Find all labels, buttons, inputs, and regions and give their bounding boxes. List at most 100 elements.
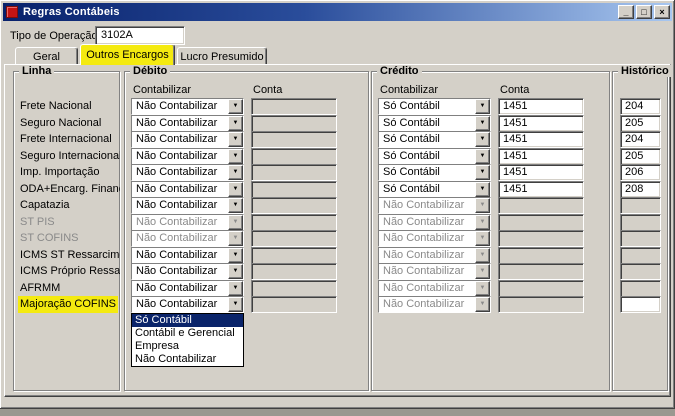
credito-contabilizar-select-value: Não Contabilizar [379,215,475,230]
dropdown-arrow-icon[interactable]: ▼ [228,149,243,164]
credito-contabilizar-select: Não Contabilizar ▼ [378,296,491,313]
column-header-contabilizar: Contabilizar [133,84,192,96]
dropdown-option[interactable]: Empresa [132,340,243,353]
dropdown-arrow-icon[interactable]: ▼ [475,99,490,114]
debito-conta-input [251,296,337,313]
dropdown-arrow-icon: ▼ [475,281,490,296]
historico-input[interactable]: 205 [620,148,661,165]
debito-contabilizar-select[interactable]: Não Contabilizar ▼ [131,164,244,181]
historico-input[interactable]: 205 [620,115,661,132]
credito-contabilizar-select: Não Contabilizar ▼ [378,197,491,214]
dropdown-arrow-icon[interactable]: ▼ [228,182,243,197]
debito-contabilizar-select-value: Não Contabilizar [132,116,228,131]
credito-conta-input [498,296,584,313]
debito-contabilizar-select[interactable]: Não Contabilizar ▼ [131,98,244,115]
tab-outros-encargos[interactable]: Outros Encargos [80,44,175,65]
tab-geral[interactable]: Geral [15,47,78,65]
debito-contabilizar-select[interactable]: Não Contabilizar ▼ [131,263,244,280]
row-label: Imp. Importação [20,166,100,178]
dropdown-arrow-icon[interactable]: ▼ [228,116,243,131]
credito-contabilizar-select[interactable]: Só Contábil ▼ [378,164,491,181]
dropdown-arrow-icon[interactable]: ▼ [228,264,243,279]
dropdown-arrow-icon[interactable]: ▼ [475,116,490,131]
credito-contabilizar-select-value: Só Contábil [379,99,475,114]
credito-contabilizar-select[interactable]: Só Contábil ▼ [378,181,491,198]
column-header-conta: Conta [500,84,530,96]
debito-contabilizar-select[interactable]: Não Contabilizar ▼ [131,296,244,313]
minimize-button[interactable]: _ [618,5,634,19]
group-linha-legend: Linha [19,65,55,77]
maximize-button[interactable]: □ [636,5,652,19]
credito-conta-input[interactable]: 1451 [498,164,584,181]
credito-conta-input [498,263,584,280]
dropdown-arrow-icon[interactable]: ▼ [475,149,490,164]
historico-input[interactable]: 206 [620,164,661,181]
debito-conta-input [251,280,337,297]
debito-contabilizar-select[interactable]: Não Contabilizar ▼ [131,148,244,165]
credito-conta-input[interactable]: 1451 [498,131,584,148]
credito-contabilizar-select[interactable]: Só Contábil ▼ [378,98,491,115]
historico-input[interactable]: 208 [620,181,661,198]
group-linha: Linha Frete Nacional Seguro Nacional Frete… [13,65,120,391]
debito-contabilizar-select[interactable]: Não Contabilizar ▼ [131,181,244,198]
debito-conta-input [251,214,337,231]
dropdown-arrow-icon[interactable]: ▼ [228,281,243,296]
dropdown-arrow-icon: ▼ [475,248,490,263]
credito-contabilizar-select-value: Só Contábil [379,149,475,164]
debito-conta-input [251,148,337,165]
debito-contabilizar-select[interactable]: Não Contabilizar ▼ [131,280,244,297]
dropdown-arrow-icon[interactable]: ▼ [475,165,490,180]
credito-contabilizar-select[interactable]: Só Contábil ▼ [378,148,491,165]
historico-input [620,230,661,247]
credito-contabilizar-select: Não Contabilizar ▼ [378,263,491,280]
debito-contabilizar-select[interactable]: Não Contabilizar ▼ [131,197,244,214]
historico-input[interactable]: 204 [620,131,661,148]
credito-contabilizar-select: Não Contabilizar ▼ [378,247,491,264]
historico-input[interactable] [620,296,661,313]
credito-contabilizar-select-value: Não Contabilizar [379,297,475,312]
dropdown-option[interactable]: Contábil e Gerencial [132,327,243,340]
group-historico: Histórico 204 205 204 205 206 208 [612,65,672,391]
debito-contabilizar-select[interactable]: Não Contabilizar ▼ [131,131,244,148]
credito-conta-input[interactable]: 1451 [498,148,584,165]
credito-contabilizar-select[interactable]: Só Contábil ▼ [378,115,491,132]
credito-conta-input[interactable]: 1451 [498,181,584,198]
tab-lucro-presumido[interactable]: Lucro Presumido [177,47,267,65]
credito-contabilizar-select-value: Não Contabilizar [379,248,475,263]
historico-input [620,214,661,231]
credito-conta-input [498,214,584,231]
credito-conta-input[interactable]: 1451 [498,98,584,115]
window-title: Regras Contábeis [23,6,120,18]
credito-conta-input[interactable]: 1451 [498,115,584,132]
dropdown-arrow-icon[interactable]: ▼ [475,132,490,147]
dropdown-option[interactable]: Não Contabilizar [132,353,243,366]
credito-conta-input [498,280,584,297]
tipo-operacao-input[interactable]: 3102A [95,26,185,45]
dropdown-option[interactable]: Só Contábil [132,314,243,327]
dropdown-arrow-icon[interactable]: ▼ [228,297,243,312]
credito-contabilizar-select-value: Não Contabilizar [379,198,475,213]
debito-contabilizar-select[interactable]: Não Contabilizar ▼ [131,115,244,132]
group-historico-legend: Histórico [618,65,672,77]
tipo-operacao-value: 3102A [101,29,133,41]
credito-contabilizar-select: Não Contabilizar ▼ [378,280,491,297]
dropdown-arrow-icon[interactable]: ▼ [228,198,243,213]
close-button[interactable]: × [654,5,670,19]
row-label: Frete Nacional [20,100,92,112]
debito-conta-input [251,164,337,181]
debito-conta-input [251,98,337,115]
debito-conta-input [251,115,337,132]
credito-contabilizar-select[interactable]: Só Contábil ▼ [378,131,491,148]
dropdown-arrow-icon[interactable]: ▼ [475,182,490,197]
debito-contabilizar-select[interactable]: Não Contabilizar ▼ [131,247,244,264]
dropdown-arrow-icon[interactable]: ▼ [228,248,243,263]
dropdown-arrow-icon[interactable]: ▼ [228,165,243,180]
row-label: ICMS Próprio Ressarcimento [20,265,120,277]
tipo-operacao-label: Tipo de Operação [10,30,98,42]
historico-input[interactable]: 204 [620,98,661,115]
credito-contabilizar-select: Não Contabilizar ▼ [378,230,491,247]
dropdown-arrow-icon[interactable]: ▼ [228,132,243,147]
credito-contabilizar-select-value: Não Contabilizar [379,231,475,246]
debito-contabilizar-select: Não Contabilizar ▼ [131,214,244,231]
dropdown-arrow-icon[interactable]: ▼ [228,99,243,114]
